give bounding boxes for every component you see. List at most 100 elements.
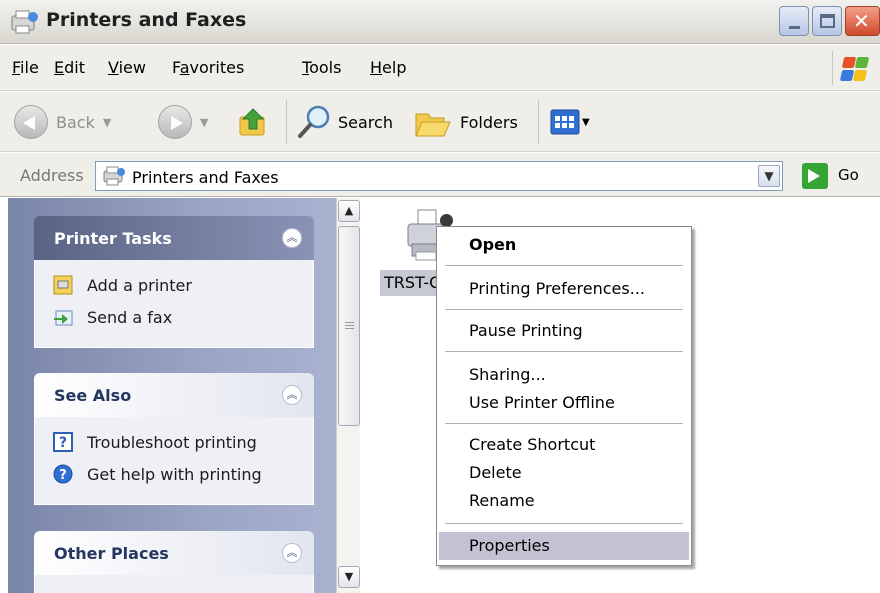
back-label: Back: [56, 112, 95, 132]
task-add-printer-label: Add a printer: [87, 275, 192, 295]
see-also-header[interactable]: See Also ︽: [34, 373, 314, 417]
title-bar: Printers and Faxes ✕: [0, 0, 880, 44]
menu-separator: [445, 523, 683, 524]
menu-help-label: elp: [382, 58, 407, 77]
printer-tasks-header[interactable]: Printer Tasks ︽: [34, 216, 314, 260]
scroll-thumb[interactable]: [338, 226, 360, 426]
see-also-panel: See Also ︽ ? Troubleshoot printing ? Get…: [34, 373, 314, 505]
back-button[interactable]: Back ▼: [14, 102, 111, 142]
task-send-fax[interactable]: Send a fax: [53, 306, 172, 328]
printer-label[interactable]: TRST-C: [380, 270, 445, 296]
scroll-grip-icon: [345, 322, 354, 323]
printer-tasks-panel: Printer Tasks ︽ Add a printer Send a fax: [34, 216, 314, 348]
toolbar: Back ▼ ▼ Search Folders ▼: [0, 92, 880, 152]
menu-edit-label: dit: [64, 58, 85, 77]
views-icon: [550, 109, 580, 135]
scroll-up-icon[interactable]: ▲: [338, 200, 360, 222]
menu-favorites-accel: a: [179, 58, 190, 77]
menu-file[interactable]: File: [12, 58, 39, 77]
minimize-icon: [789, 26, 800, 29]
folders-button[interactable]: Folders: [414, 102, 518, 142]
menu-item-printing-preferences[interactable]: Printing Preferences...: [439, 275, 689, 303]
views-button[interactable]: ▼: [550, 102, 590, 142]
task-add-printer[interactable]: Add a printer: [53, 274, 192, 296]
views-dropdown-icon: ▼: [582, 116, 590, 128]
menu-item-properties[interactable]: Properties: [439, 532, 689, 560]
forward-button[interactable]: ▼: [158, 102, 208, 142]
task-get-help[interactable]: ? Get help with printing: [53, 463, 262, 485]
menu-tools[interactable]: Tools: [302, 58, 341, 77]
address-input[interactable]: Printers and Faxes ▼: [95, 161, 783, 191]
task-troubleshoot-printing[interactable]: ? Troubleshoot printing: [53, 431, 257, 453]
other-places-title: Other Places: [54, 544, 169, 563]
toolbar-separator-2: [538, 100, 539, 144]
menu-bar: File Edit View Favorites Tools Help: [0, 45, 880, 91]
maximize-icon: [820, 14, 835, 28]
up-folder-button[interactable]: [236, 102, 270, 142]
send-fax-icon: [54, 310, 73, 326]
menu-item-rename[interactable]: Rename: [439, 487, 689, 515]
search-button[interactable]: Search: [296, 102, 393, 142]
folders-icon: [415, 113, 451, 137]
see-also-title: See Also: [54, 386, 132, 405]
menu-favorites[interactable]: Favorites: [172, 58, 244, 77]
collapse-chevron-icon[interactable]: ︽: [282, 385, 302, 405]
window-title: Printers and Faxes: [46, 9, 247, 31]
logo-green: [854, 57, 870, 68]
menu-tools-label: ools: [309, 58, 342, 77]
collapse-chevron-icon[interactable]: ︽: [282, 543, 302, 563]
other-places-header[interactable]: Other Places ︽: [34, 531, 314, 575]
maximize-button[interactable]: [812, 6, 842, 36]
menu-separator: [445, 265, 683, 266]
menu-item-pause-printing[interactable]: Pause Printing: [439, 317, 689, 345]
help-question-icon: ?: [53, 432, 73, 452]
menu-file-label: ile: [20, 58, 39, 77]
go-button[interactable]: Go: [838, 166, 859, 184]
menu-tools-accel: T: [302, 58, 310, 77]
forward-dropdown-icon[interactable]: ▼: [200, 116, 208, 129]
back-dropdown-icon[interactable]: ▼: [103, 116, 111, 129]
task-troubleshoot-label: Troubleshoot printing: [87, 432, 257, 452]
menu-help[interactable]: Help: [370, 58, 406, 77]
collapse-chevron-icon[interactable]: ︽: [282, 228, 302, 248]
menu-edit-accel: E: [54, 58, 65, 77]
address-dropdown-icon[interactable]: ▼: [758, 165, 780, 187]
printers-folder-icon-small: [103, 166, 125, 186]
logo-yellow: [852, 70, 868, 81]
menu-separator: [445, 351, 683, 352]
vertical-scrollbar[interactable]: ▲ ▼: [336, 198, 360, 593]
go-arrow-icon[interactable]: [802, 163, 828, 189]
close-icon: ✕: [853, 9, 870, 33]
minimize-button[interactable]: [779, 6, 809, 36]
scroll-down-icon[interactable]: ▼: [338, 566, 360, 588]
search-icon: [298, 105, 330, 138]
menu-item-open[interactable]: Open: [439, 231, 689, 259]
address-bar: Address Printers and Faxes ▼ Go: [0, 153, 880, 197]
menu-item-create-shortcut[interactable]: Create Shortcut: [439, 431, 689, 459]
see-also-body: ? Troubleshoot printing ? Get help with …: [34, 417, 314, 505]
task-get-help-label: Get help with printing: [87, 464, 262, 484]
back-arrow-icon: [14, 105, 48, 139]
menu-favorites-pre: F: [172, 58, 180, 77]
menu-view[interactable]: View: [108, 58, 146, 77]
menu-item-delete[interactable]: Delete: [439, 459, 689, 487]
menu-item-use-printer-offline[interactable]: Use Printer Offline: [439, 389, 689, 417]
other-places-panel: Other Places ︽: [34, 531, 314, 593]
up-folder-icon: [239, 108, 265, 136]
help-circle-icon: ?: [53, 464, 73, 484]
address-label: Address: [20, 166, 84, 185]
menu-item-sharing[interactable]: Sharing...: [439, 361, 689, 389]
task-send-fax-label: Send a fax: [87, 307, 173, 327]
svg-text:?: ?: [59, 435, 67, 451]
menu-edit[interactable]: Edit: [54, 58, 85, 77]
add-printer-icon: [53, 275, 73, 295]
context-menu: Open Printing Preferences... Pause Print…: [436, 226, 692, 566]
other-places-body: [34, 575, 314, 593]
close-button[interactable]: ✕: [845, 6, 880, 36]
menu-favorites-label: vorites: [189, 58, 245, 77]
svg-text:?: ?: [59, 468, 67, 483]
menu-separator: [445, 423, 683, 424]
task-pane: Printer Tasks ︽ Add a printer Send a fax: [8, 198, 336, 593]
printers-folder-icon: [11, 10, 38, 34]
forward-arrow-icon: [158, 105, 192, 139]
